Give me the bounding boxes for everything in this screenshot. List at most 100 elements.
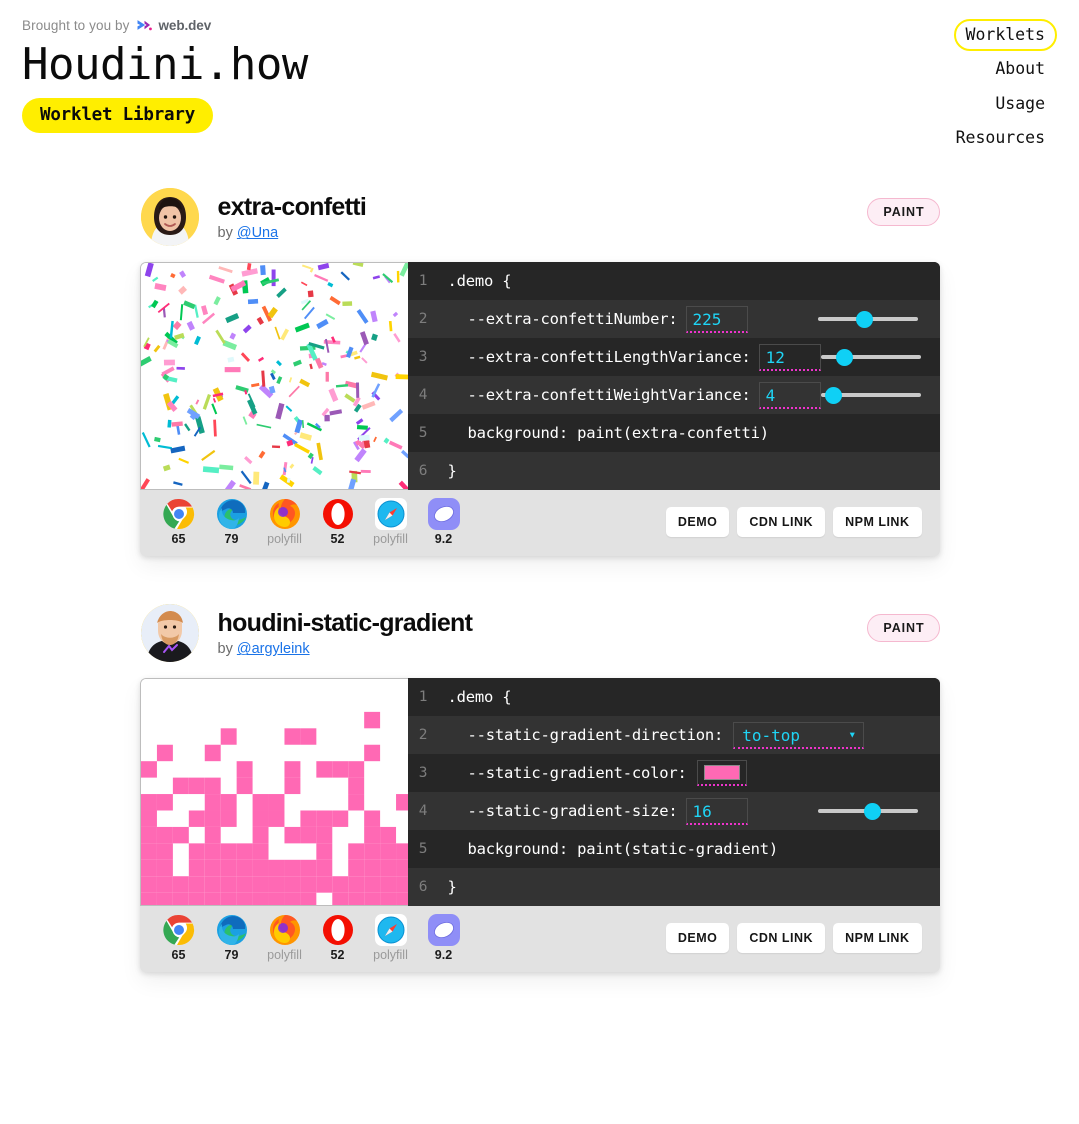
cdn-link-button[interactable]: CDN LINK (737, 507, 826, 537)
edge-icon (216, 914, 248, 946)
color-picker[interactable] (696, 760, 747, 786)
browser-support-chrome: 65 (160, 914, 198, 962)
value-number-input[interactable] (758, 343, 821, 371)
worklet-meta: houdini-static-gradient by @argyleink (218, 609, 473, 658)
browser-version-label: 9.2 (434, 532, 453, 546)
card-actions: DEMO CDN LINK NPM LINK (665, 923, 922, 953)
code-line: 6} (407, 868, 940, 906)
code-line: 6} (407, 452, 940, 490)
worklet-title: extra-confetti (217, 192, 367, 221)
firefox-icon (269, 498, 301, 530)
code-line: 5 background: paint(static-gradient) (407, 830, 940, 868)
code-control (687, 760, 940, 786)
webdev-brand-text: web.dev (158, 17, 212, 33)
nav-item-usage[interactable]: Usage (983, 88, 1057, 120)
worklet-list: extra-confetti by @Una PAINT 1 .demo {2 --ext… (0, 140, 1079, 1012)
main-nav: Worklets About Usage Resources (944, 19, 1057, 154)
npm-link-button[interactable]: NPM LINK (833, 507, 922, 537)
safari-icon (374, 914, 407, 946)
line-number: 3 (418, 349, 428, 365)
code-control (678, 305, 940, 333)
worklet-title: houdini-static-gradient (217, 608, 473, 637)
browser-version-label: polyfill (373, 948, 408, 962)
value-slider[interactable] (820, 393, 921, 397)
line-number: 4 (418, 803, 428, 819)
worklet-byline: by @argyleink (218, 641, 473, 657)
worklet-card-extra-confetti: extra-confetti by @Una PAINT 1 .demo { 2 --ext… (139, 140, 940, 556)
browser-support-list: 65 79 polyfill 52 polyfill 9.2 (160, 914, 463, 962)
chrome-icon (162, 914, 195, 946)
browser-support-opera: 52 (319, 498, 357, 546)
author-link[interactable]: @Una (237, 225, 278, 241)
code-text: } (447, 462, 457, 480)
nav-item-about[interactable]: About (983, 53, 1057, 85)
code-line: 3 --static-gradient-color: (407, 754, 940, 792)
line-number: 2 (418, 311, 428, 327)
worklet-card-houdini-static-gradient: houdini-static-gradient by @argyleink PAIN… (139, 556, 940, 972)
edge-icon (216, 498, 248, 530)
browser-version-label: 52 (330, 948, 345, 962)
code-text: --static-gradient-color: (467, 764, 687, 782)
by-label: by (217, 641, 233, 658)
css-editor: 1 .demo {2 --static-gradient-direction: to-… (407, 678, 940, 906)
page-title: Houdini.how (22, 39, 308, 90)
value-slider[interactable] (817, 809, 918, 813)
opera-icon (322, 914, 354, 946)
code-text: --extra-confettiLengthVariance: (467, 348, 751, 366)
npm-link-button[interactable]: NPM LINK (833, 923, 922, 953)
browser-version-label: polyfill (373, 532, 408, 546)
code-control (751, 381, 940, 409)
browser-version-label: 65 (171, 532, 186, 546)
worklet-type-badge[interactable]: PAINT (867, 614, 940, 642)
cdn-link-button[interactable]: CDN LINK (737, 923, 826, 953)
card-footer: 65 79 polyfill 52 polyfill 9.2 DEMO CDN LINK NPM… (139, 490, 940, 556)
demo-button[interactable]: DEMO (665, 923, 730, 953)
code-line: 4 --static-gradient-size: (407, 792, 940, 830)
line-number: 2 (418, 727, 428, 743)
worklet-preview (139, 262, 408, 490)
code-text: } (447, 878, 457, 896)
line-number: 6 (418, 463, 428, 479)
color-swatch (703, 765, 740, 780)
avatar (140, 604, 199, 662)
direction-select[interactable]: to-topto-bottomto-leftto-right (742, 725, 856, 745)
value-slider[interactable] (820, 355, 921, 359)
worklet-type-badge[interactable]: PAINT (867, 198, 940, 226)
line-number: 5 (418, 841, 428, 857)
tagline-badge: Worklet Library (22, 98, 214, 134)
line-number: 3 (418, 765, 428, 781)
browser-support-samsung: 9.2 (425, 498, 463, 546)
card-main: 1 .demo {2 --static-gradient-direction: to-… (139, 678, 940, 906)
nav-item-worklets[interactable]: Worklets (953, 19, 1057, 52)
css-editor: 1 .demo { 2 --extra-confettiNumber: 3 --extra… (407, 262, 940, 490)
webdev-logo-icon (136, 18, 153, 32)
value-number-input[interactable] (685, 305, 748, 333)
brought-to-you-by: Brought to you by web.dev (22, 16, 1059, 34)
browser-version-label: 79 (224, 948, 239, 962)
browser-version-label: 79 (224, 532, 239, 546)
value-number-input[interactable] (685, 797, 748, 825)
nav-item-resources[interactable]: Resources (944, 122, 1057, 154)
browser-version-label: 65 (171, 948, 186, 962)
worklet-meta: extra-confetti by @Una (218, 193, 367, 242)
browser-support-firefox: polyfill (266, 498, 304, 546)
code-control: to-topto-bottomto-leftto-right▾ (723, 721, 939, 749)
samsung-internet-icon (427, 914, 460, 946)
worklet-demo-card: 1 .demo { 2 --extra-confettiNumber: 3 --extra… (139, 262, 940, 556)
demo-button[interactable]: DEMO (665, 507, 730, 537)
code-line: 2 --static-gradient-direction: to-topto-bo… (407, 716, 940, 754)
code-line: 1 .demo { (407, 262, 940, 300)
line-number: 5 (418, 425, 428, 441)
value-slider[interactable] (817, 317, 918, 321)
code-text: .demo { (447, 688, 512, 706)
code-line: 4 --extra-confettiWeightVariance: (407, 376, 940, 414)
samsung-internet-icon (427, 498, 460, 530)
code-text: --extra-confettiNumber: (467, 310, 678, 328)
code-text: background: paint(extra-confetti) (467, 424, 770, 442)
code-text: background: paint(static-gradient) (467, 840, 779, 858)
browser-version-label: polyfill (267, 948, 302, 962)
author-link[interactable]: @argyleink (237, 641, 310, 657)
browser-version-label: polyfill (267, 532, 302, 546)
value-number-input[interactable] (758, 381, 821, 409)
card-footer: 65 79 polyfill 52 polyfill 9.2 DEMO CDN LINK NPM… (139, 906, 940, 972)
